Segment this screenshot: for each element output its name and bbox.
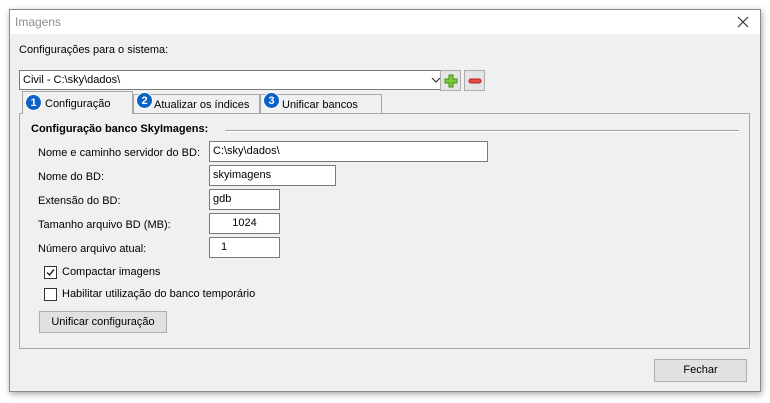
group-title: Configuração banco SkyImagens: [31, 123, 209, 135]
close-button[interactable]: Fechar [654, 359, 747, 382]
current-file-input[interactable]: 1 [209, 237, 280, 258]
group-divider [225, 130, 739, 132]
add-config-button[interactable] [440, 70, 461, 91]
db-name-input[interactable]: skyimagens [209, 165, 336, 186]
tab-number-badge: 2 [136, 92, 153, 109]
db-size-label: Tamanho arquivo BD (MB): [38, 219, 171, 231]
db-name-label: Nome do BD: [38, 171, 105, 183]
title-bar: Imagens [10, 10, 760, 34]
tab-number-badge: 3 [263, 92, 280, 109]
db-size-input[interactable]: 1024 [209, 213, 280, 234]
server-path-label: Nome e caminho servidor do BD: [38, 147, 201, 159]
temp-db-label: Habilitar utilização do banco temporário [62, 288, 256, 300]
db-extension-label: Extensão do BD: [38, 195, 121, 207]
system-config-selected: Civil - C:\sky\dados\ [23, 74, 121, 86]
tab-label: Atualizar os índices [154, 99, 250, 111]
compact-images-label: Compactar imagens [62, 266, 161, 278]
close-icon[interactable] [734, 13, 752, 31]
tab-configuracao[interactable]: 1 Configuração [22, 91, 133, 114]
system-config-label: Configurações para o sistema: [19, 44, 169, 56]
window-title: Imagens [15, 15, 62, 29]
config-panel: Configuração banco SkyImagens: Nome e ca… [19, 113, 750, 349]
tab-label: Configuração [45, 98, 111, 110]
imagens-window: Imagens Configurações para o sistema: Ci… [9, 9, 761, 392]
unify-config-button[interactable]: Unificar configuração [39, 311, 167, 333]
db-extension-input[interactable]: gdb [209, 189, 280, 210]
system-config-dropdown[interactable]: Civil - C:\sky\dados\ [19, 70, 445, 90]
plus-icon [444, 74, 458, 91]
tab-number-badge: 1 [25, 94, 42, 111]
checkmark-icon [45, 267, 56, 281]
compact-images-checkbox[interactable] [44, 266, 57, 279]
tab-unificar-bancos[interactable]: 3 Unificar bancos [260, 92, 382, 113]
current-file-label: Número arquivo atual: [38, 243, 147, 255]
temp-db-checkbox[interactable] [44, 288, 57, 301]
tab-atualizar-indices[interactable]: 2 Atualizar os índices [133, 92, 260, 113]
remove-config-button[interactable] [464, 70, 485, 91]
server-path-input[interactable]: C:\sky\dados\ [209, 141, 488, 162]
minus-icon [468, 74, 482, 91]
tab-label: Unificar bancos [282, 99, 358, 111]
